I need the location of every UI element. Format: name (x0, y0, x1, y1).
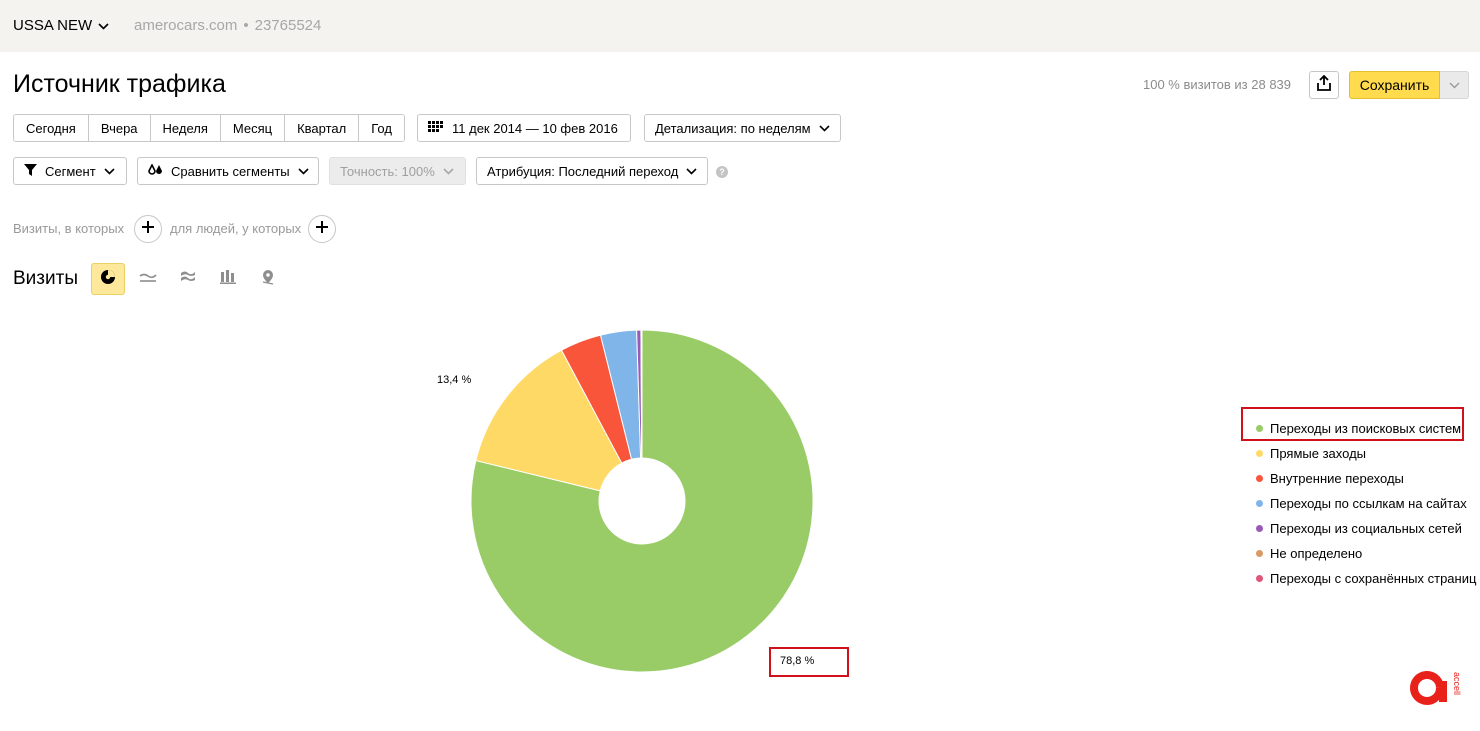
map-pin-icon (261, 269, 275, 290)
chart-area: 13,4 % 78,8 % (420, 315, 880, 695)
period-year[interactable]: Год (359, 115, 404, 141)
legend-dot (1256, 574, 1263, 582)
legend-dot (1256, 424, 1263, 432)
legend-item[interactable]: Переходы по ссылкам на сайтах (1256, 493, 1467, 513)
counter-site: amerocars.com (134, 17, 238, 34)
counter-name: USSA NEW (13, 17, 93, 34)
view-map-button[interactable] (251, 263, 285, 295)
view-bar-button[interactable] (211, 263, 245, 295)
legend-dot (1256, 474, 1263, 482)
accuracy-label: Точность: 100% (340, 163, 435, 179)
people-condition-label: для людей, у которых (170, 221, 302, 236)
segment-dropdown[interactable]: Сегмент (13, 157, 127, 185)
legend-item[interactable]: Не определено (1256, 543, 1362, 563)
chevron-down-icon (104, 167, 115, 175)
visits-condition-label: Визиты, в которых (13, 221, 125, 236)
chevron-down-icon (298, 167, 309, 175)
legend-label: Внутренние переходы (1270, 470, 1404, 486)
add-visit-condition-button[interactable] (134, 215, 162, 243)
legend-dot (1256, 549, 1263, 557)
period-yesterday[interactable]: Вчера (88, 115, 151, 141)
plus-icon (316, 220, 328, 238)
legend-dot (1256, 499, 1263, 507)
export-button[interactable] (1309, 71, 1339, 99)
counter-bar: USSA NEW amerocars.com • 23765524 (0, 0, 1480, 52)
brand-logo: accell (1410, 668, 1466, 708)
view-line-button[interactable] (131, 263, 165, 295)
page-title: Источник трафика (13, 70, 226, 98)
chevron-down-icon (819, 124, 830, 132)
legend-item[interactable]: Переходы с сохранённых страниц (1256, 568, 1476, 588)
counter-id: 23765524 (254, 17, 322, 34)
pie-chart (470, 329, 814, 673)
data-label-search: 78,8 % (780, 655, 815, 667)
detail-label: Детализация: по неделям (655, 120, 811, 136)
date-range-label: 11 дек 2014 — 10 фев 2016 (452, 120, 618, 136)
legend-label: Переходы по ссылкам на сайтах (1270, 495, 1467, 511)
segment-label: Сегмент (45, 163, 96, 179)
legend-dot (1256, 449, 1263, 457)
legend-label: Переходы из социальных сетей (1270, 520, 1462, 536)
counter-site-info: amerocars.com • 23765524 (134, 17, 321, 34)
legend-label: Не определено (1270, 545, 1363, 561)
legend-item[interactable]: Переходы из поисковых систем (1256, 418, 1461, 438)
legend-label: Переходы из поисковых систем (1270, 420, 1462, 436)
view-area-button[interactable] (171, 263, 205, 295)
compare-segments-dropdown[interactable]: Сравнить сегменты (137, 157, 319, 185)
save-button[interactable]: Сохранить (1349, 71, 1440, 99)
area-chart-icon (180, 270, 196, 289)
period-month[interactable]: Месяц (220, 115, 286, 141)
add-people-condition-button[interactable] (308, 215, 336, 243)
chart-heading: Визиты (13, 268, 78, 289)
export-icon (1317, 74, 1331, 96)
compare-segments-label: Сравнить сегменты (171, 163, 290, 179)
legend-label: Прямые заходы (1270, 445, 1367, 461)
detail-dropdown[interactable]: Детализация: по неделям (644, 114, 841, 142)
legend-dot (1256, 524, 1263, 532)
period-selector: Сегодня Вчера Неделя Месяц Квартал Год (13, 114, 405, 142)
pie-chart-icon (100, 269, 116, 290)
period-week[interactable]: Неделя (150, 115, 221, 141)
legend-label: Переходы с сохранённых страниц (1270, 570, 1477, 586)
legend-item[interactable]: Переходы из социальных сетей (1256, 518, 1462, 538)
legend-item[interactable]: Внутренние переходы (1256, 468, 1404, 488)
period-today[interactable]: Сегодня (14, 115, 89, 141)
visits-share-text: 100 % визитов из 28 839 (1143, 77, 1292, 92)
chevron-down-icon (98, 17, 109, 34)
separator-dot: • (243, 17, 249, 34)
save-group: Сохранить (1349, 71, 1469, 99)
help-icon[interactable]: ? (716, 166, 728, 178)
counter-selector[interactable]: USSA NEW (13, 17, 109, 34)
chevron-down-icon (443, 167, 454, 175)
accuracy-dropdown: Точность: 100% (329, 157, 466, 185)
legend-item[interactable]: Прямые заходы (1256, 443, 1366, 463)
bar-chart-icon (220, 269, 236, 289)
date-range-button[interactable]: 11 дек 2014 — 10 фев 2016 (417, 114, 631, 142)
view-pie-button[interactable] (91, 263, 125, 295)
plus-icon (142, 220, 154, 238)
attribution-label: Атрибуция: Последний переход (487, 163, 679, 179)
attribution-dropdown[interactable]: Атрибуция: Последний переход (476, 157, 708, 185)
compare-icon (148, 162, 163, 179)
svg-text:accell: accell (1452, 672, 1462, 695)
chevron-down-icon (1449, 76, 1460, 94)
pie-slice[interactable] (640, 329, 643, 459)
calendar-icon (428, 120, 444, 136)
period-quarter[interactable]: Квартал (285, 115, 360, 141)
filter-icon (24, 163, 37, 179)
data-label-direct: 13,4 % (437, 374, 472, 386)
line-chart-icon (139, 270, 157, 288)
save-options-button[interactable] (1440, 71, 1469, 99)
chevron-down-icon (686, 167, 697, 175)
